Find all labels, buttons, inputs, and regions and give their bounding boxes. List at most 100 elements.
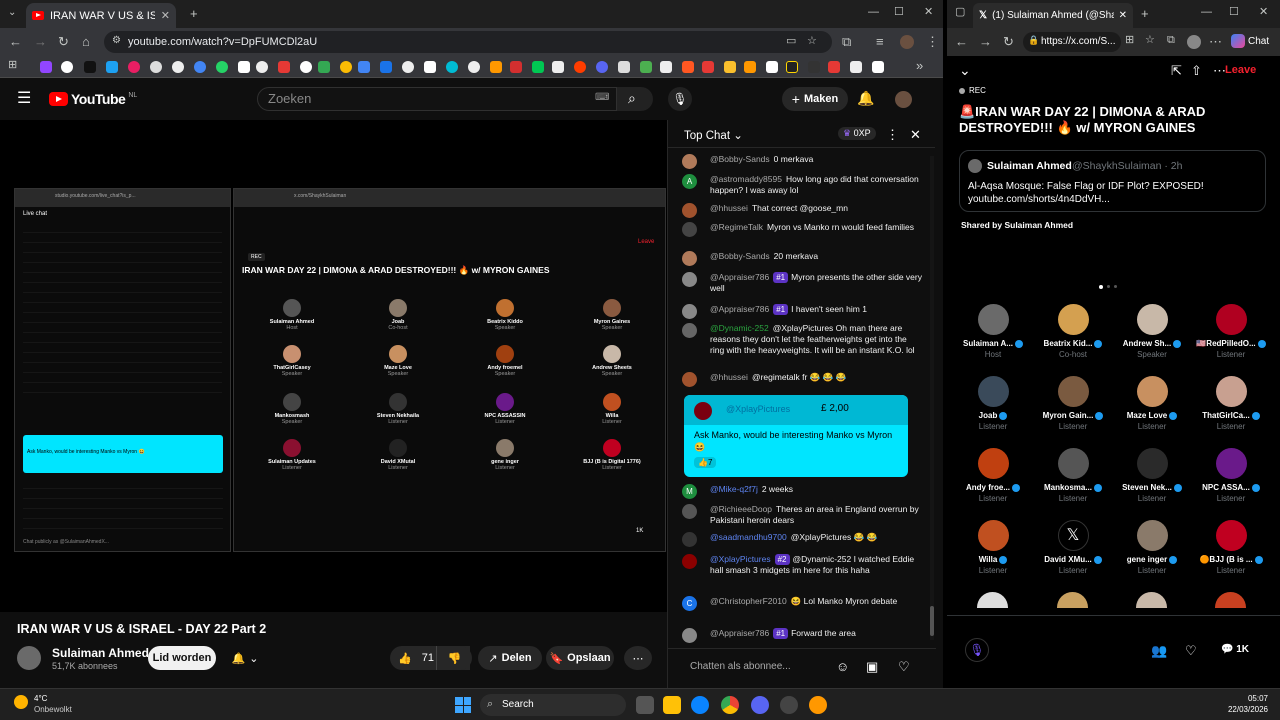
search-input[interactable]: Zoeken ⌨	[257, 87, 617, 111]
chat-scroll-thumb[interactable]	[930, 606, 934, 636]
top-chat-dropdown[interactable]: Top Chat ⌄	[684, 128, 743, 142]
media-icon[interactable]: ≡	[876, 35, 884, 48]
chat-message[interactable]: @hhussei That correct @goose_mn	[682, 203, 922, 218]
bookmark-icon[interactable]	[256, 61, 268, 73]
notifications-bell-icon[interactable]: 🔔	[857, 91, 874, 105]
profile-avatar[interactable]	[900, 35, 914, 49]
space-participant-tile[interactable]: 🇺🇸RedPilledO... Listener	[1193, 304, 1269, 359]
bookmark-icon[interactable]	[510, 61, 522, 73]
bookmark-icon[interactable]	[640, 61, 652, 73]
tab-actions-icon[interactable]: ▢	[955, 7, 965, 18]
chat-avatar[interactable]	[682, 628, 697, 643]
new-tab-icon[interactable]: +	[1141, 7, 1149, 20]
chat-input[interactable]: Chatten als abonnee...	[690, 661, 791, 672]
discord-icon[interactable]	[751, 696, 769, 714]
bookmark-icon[interactable]	[660, 61, 672, 73]
bookmark-icon[interactable]	[106, 61, 118, 73]
chat-avatar[interactable]	[682, 222, 697, 237]
chat-message[interactable]: A @astromaddy8595 How long ago did that co…	[682, 174, 922, 196]
chat-author[interactable]: @hhussei	[710, 372, 748, 382]
bookmark-icon[interactable]	[84, 61, 96, 73]
bookmark-icon[interactable]	[596, 61, 608, 73]
chat-message[interactable]: @Appraiser786 #1 I haven't seen him 1	[682, 304, 922, 319]
space-participant-tile[interactable]: NPC ASSA... Listener	[1193, 448, 1269, 503]
profile-avatar[interactable]	[1187, 35, 1201, 49]
chat-avatar[interactable]	[682, 304, 697, 319]
edge-icon[interactable]	[691, 696, 709, 714]
bookmark-icon[interactable]	[808, 61, 820, 73]
heart-icon[interactable]: ♡	[898, 660, 910, 673]
microphone-icon[interactable]: 🎙	[965, 638, 989, 662]
chat-author[interactable]: @XplayPictures	[710, 554, 771, 564]
bookmark-icon[interactable]	[724, 61, 736, 73]
chat-message[interactable]: @Bobby-Sands 0 merkava	[682, 154, 922, 169]
site-info-icon[interactable]: ⚙	[112, 36, 121, 46]
task-view-icon[interactable]	[636, 696, 654, 714]
chat-message[interactable]: @saadmandhu9700 @XplayPictures 😂 😂	[682, 532, 922, 547]
home-icon[interactable]: ⌂	[82, 35, 90, 48]
tab-youtube[interactable]: IRAN WAR V US & ISRAEL - ✕	[26, 3, 176, 28]
chat-message[interactable]: @RichieeeDoop Theres an area in England o…	[682, 504, 922, 526]
chat-menu-icon[interactable]: ⋮	[886, 128, 899, 141]
collections-icon[interactable]: ⧉	[1167, 35, 1175, 46]
space-participant-tile[interactable]: Andy froe... Listener	[955, 448, 1031, 503]
space-participant-tile[interactable]: Sulaiman A... Host	[955, 304, 1031, 359]
chat-author[interactable]: @Bobby-Sands	[710, 154, 770, 164]
people-icon[interactable]: 👥	[1151, 644, 1167, 657]
new-tab-icon[interactable]: +	[190, 7, 198, 20]
save-button[interactable]: 🔖 Opslaan	[546, 646, 614, 670]
chat-avatar[interactable]	[682, 532, 697, 547]
chat-message[interactable]: @hhussei @regimetalk fr 😂 😂 😂	[682, 372, 922, 387]
chat-avatar[interactable]	[682, 203, 697, 218]
leave-button[interactable]: Leave	[1225, 64, 1256, 76]
space-participant-tile[interactable]: 𝕏 David XMu... Listener	[1035, 520, 1111, 575]
dislike-button[interactable]: 👎	[436, 646, 472, 670]
youtube-logo[interactable]: YouTube NL	[49, 91, 137, 107]
chat-author[interactable]: @saadmandhu9700	[710, 532, 787, 542]
join-button[interactable]: Lid worden	[148, 646, 216, 670]
chat-author[interactable]: @astromaddy8595	[710, 174, 782, 184]
weather-icon[interactable]	[14, 695, 28, 709]
channel-name[interactable]: Sulaiman Ahmed	[52, 646, 149, 660]
bookmark-icon[interactable]	[702, 61, 714, 73]
chat-author[interactable]: @ChristopherF2010	[710, 596, 787, 606]
bookmark-icon[interactable]	[468, 61, 480, 73]
chat-avatar[interactable]: M	[682, 484, 697, 499]
minimize-icon[interactable]: —	[868, 7, 879, 18]
reload-icon[interactable]: ↻	[58, 35, 69, 48]
right-url-field[interactable]: 🔒 https://x.com/S...	[1023, 32, 1121, 52]
bookmark-icon[interactable]	[552, 61, 564, 73]
taskbar-search[interactable]: ⌕ Search	[480, 694, 626, 716]
back-icon[interactable]: ←	[9, 35, 22, 48]
chat-avatar[interactable]	[682, 154, 697, 169]
bookmark-icon[interactable]	[402, 61, 414, 73]
chat-author[interactable]: @Bobby-Sands	[710, 251, 770, 261]
video-player[interactable]: studio.youtube.com/live_chat?is_p... Liv…	[0, 120, 667, 612]
chat-message[interactable]: M @Mike-q2f7j 2 weeks	[682, 484, 922, 499]
favorite-star-icon[interactable]: ☆	[1145, 35, 1155, 46]
chat-avatar[interactable]: C	[682, 596, 697, 611]
collapse-chevron-icon[interactable]: ⌄	[959, 63, 971, 77]
chat-message[interactable]: @RegimeTalk Myron vs Manko rn would feed …	[682, 222, 922, 237]
chat-message[interactable]: @XplayPictures #2 @Dynamic-252 I watched E…	[682, 554, 922, 576]
bookmark-icon[interactable]	[424, 61, 436, 73]
bookmark-star-icon[interactable]: ☆	[807, 36, 817, 47]
space-participant-tile[interactable]: Willa Listener	[955, 520, 1031, 575]
chat-avatar[interactable]	[682, 323, 697, 338]
chat-message[interactable]: @Dynamic-252 @XplayPictures Oh man there …	[682, 323, 922, 356]
cast-icon[interactable]: ▭	[786, 36, 796, 47]
space-participant-tile[interactable]: Beatrix Kid... Co-host	[1035, 304, 1111, 359]
maximize-icon[interactable]: ☐	[1229, 7, 1239, 18]
bookmark-icon[interactable]	[828, 61, 840, 73]
clock-time[interactable]: 05:07	[1222, 694, 1268, 703]
back-icon[interactable]: ←	[955, 35, 968, 48]
url-field[interactable]: ⚙ youtube.com/watch?v=DpFUMCDl2aU ▭ ☆	[104, 31, 832, 53]
reader-icon[interactable]: ⊞	[1125, 35, 1134, 46]
bookmark-icon[interactable]	[194, 61, 206, 73]
create-button[interactable]: + Maken	[782, 87, 848, 111]
xp-badge[interactable]: ♛ 0XP	[838, 127, 876, 140]
bookmark-icon[interactable]	[318, 61, 330, 73]
chat-author[interactable]: @Dynamic-252	[710, 323, 769, 333]
chat-author[interactable]: @RegimeTalk	[710, 222, 763, 232]
bookmark-icon[interactable]	[532, 61, 544, 73]
